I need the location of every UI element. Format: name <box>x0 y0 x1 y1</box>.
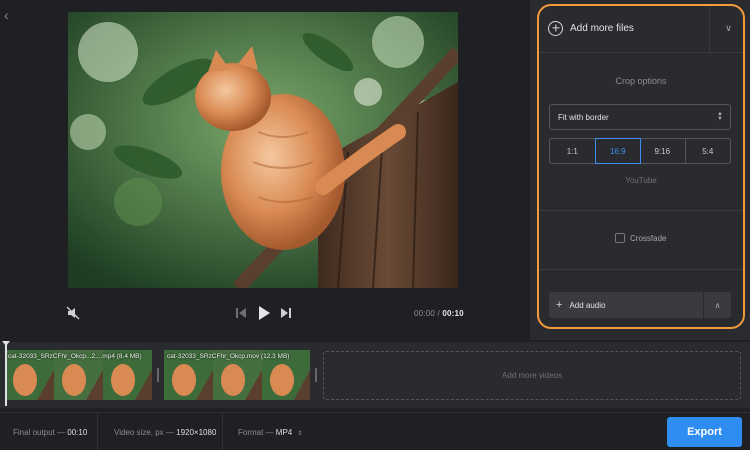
ratio-16-9-button[interactable]: 16:9 <box>594 138 641 164</box>
time-separator: / <box>437 309 440 318</box>
skip-next-icon[interactable] <box>280 307 292 319</box>
back-chevron-icon[interactable]: ‹ <box>4 8 18 22</box>
add-audio-label: Add audio <box>569 300 606 310</box>
add-audio-button[interactable]: + Add audio <box>549 292 703 318</box>
crossfade-label: Crossfade <box>630 233 667 243</box>
mute-icon[interactable] <box>66 306 80 320</box>
plus-icon: + <box>556 299 563 311</box>
divider <box>222 412 223 450</box>
final-output-value: 00:10 <box>67 428 88 437</box>
add-more-videos-dropzone[interactable]: Add more videos <box>323 351 741 400</box>
add-more-files-label: Add more files <box>570 22 634 34</box>
final-output-label: Final output — <box>13 428 66 437</box>
time-current: 00:00 <box>414 309 436 318</box>
plus-circle-icon <box>548 20 563 36</box>
clip-caption: cat-32033_SRzCFhr_Okcp...2....mp4 (8.4 M… <box>8 353 142 360</box>
aspect-ratio-group: 1:1 16:9 9:16 5:4 <box>549 138 731 164</box>
audio-expand-chevron-icon[interactable]: ∧ <box>704 292 731 318</box>
add-files-dropdown-chevron-icon[interactable]: ∨ <box>709 4 747 52</box>
divider <box>537 52 747 53</box>
format-selector[interactable]: Format — MP4 ⇕ <box>238 428 303 437</box>
divider <box>97 412 98 450</box>
play-icon[interactable] <box>257 305 271 321</box>
export-button[interactable]: Export <box>667 417 742 447</box>
clip-resize-handle[interactable] <box>315 368 317 382</box>
select-arrows-icon: ▲ ▼ <box>717 111 723 122</box>
video-size-value: 1920×1080 <box>176 428 217 437</box>
ratio-1-1-button[interactable]: 1:1 <box>550 139 596 163</box>
format-label: Format — <box>238 428 274 437</box>
playhead[interactable] <box>2 341 10 406</box>
video-size-label: Video size, px — <box>114 428 174 437</box>
bottom-bar <box>0 412 750 450</box>
timeline-clip[interactable]: cat-32033_SRzCFhr_Okcp.mov (12.3 MB) <box>164 350 310 400</box>
crop-mode-select[interactable]: Fit with border ▲ ▼ <box>549 104 731 130</box>
add-more-files-button[interactable]: Add more files <box>537 4 733 52</box>
ratio-5-4-button[interactable]: 5:4 <box>686 139 731 163</box>
ratio-hint: YouTube <box>625 176 657 185</box>
divider <box>537 269 747 270</box>
format-arrows-icon: ⇕ <box>297 431 303 437</box>
divider <box>537 210 747 211</box>
timeline-clip[interactable]: cat-32033_SRzCFhr_Okcp...2....mp4 (8.4 M… <box>5 350 152 400</box>
video-editor: ‹ 00:00 / 00:10 Add more files ∨ Crop op… <box>0 0 750 450</box>
skip-previous-icon[interactable] <box>235 307 247 319</box>
clip-caption: cat-32033_SRzCFhr_Okcp.mov (12.3 MB) <box>167 353 290 360</box>
time-total: 00:10 <box>442 309 464 318</box>
final-output-info: Final output — 00:10 <box>13 428 87 437</box>
cat-frame-image <box>68 12 458 288</box>
video-preview <box>68 12 458 288</box>
crossfade-checkbox[interactable] <box>615 233 625 243</box>
crossfade-toggle[interactable]: Crossfade <box>615 233 666 243</box>
format-value: MP4 <box>275 428 293 437</box>
crop-mode-value: Fit with border <box>558 112 609 122</box>
playback-time: 00:00 / 00:10 <box>414 309 464 318</box>
ratio-9-16-button[interactable]: 9:16 <box>640 139 686 163</box>
video-size-info: Video size, px — 1920×1080 <box>114 428 216 437</box>
crop-options-title: Crop options <box>615 76 667 86</box>
clip-resize-handle[interactable] <box>157 368 159 382</box>
